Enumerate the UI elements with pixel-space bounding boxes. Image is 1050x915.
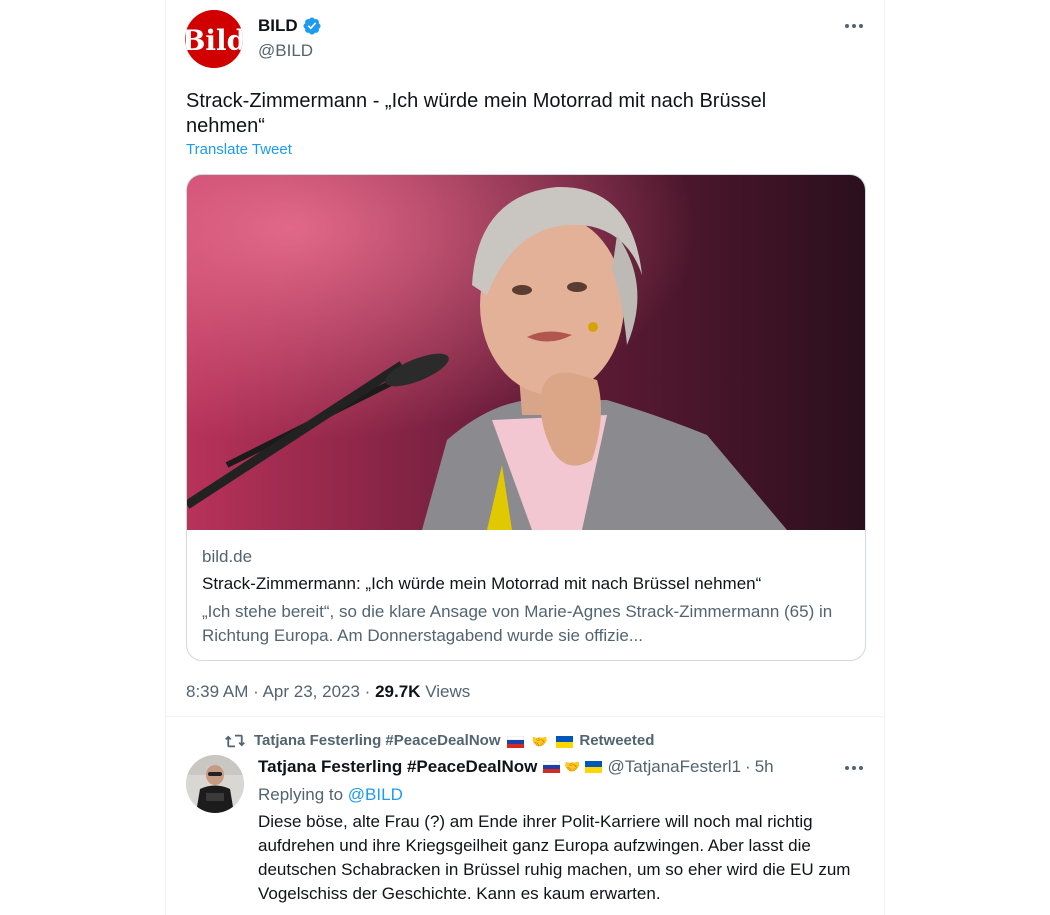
link-preview-card[interactable]: bild.de Strack-Zimmermann: „Ich würde me… (186, 174, 866, 661)
retweeted-label: Retweeted (579, 732, 655, 750)
tweet-text: Strack-Zimmermann - „Ich würde mein Moto… (186, 90, 767, 137)
card-domain: bild.de (202, 547, 253, 566)
handshake-icon: 🤝 (531, 733, 549, 749)
russia-flag-icon (506, 735, 524, 748)
tweet-date[interactable]: Apr 23, 2023 (263, 682, 360, 701)
tweet-meta: 8:39 AM · Apr 23, 2023 · 29.7K Views (186, 682, 470, 702)
author-display-name[interactable]: BILD (258, 16, 298, 36)
bild-avatar[interactable]: Bild (185, 10, 243, 68)
russia-flag-icon (543, 761, 561, 773)
translate-tweet-link[interactable]: Translate Tweet (186, 141, 292, 158)
bild-logo-text: Bild (185, 24, 243, 57)
timeline-column: Bild BILD @BILD Strack-Zimmermann - „Ich… (165, 0, 885, 915)
reply-header: Tatjana Festerling #PeaceDealNow 🤝 @Tatj… (258, 757, 774, 777)
handshake-icon: 🤝 (564, 759, 581, 774)
verified-badge-icon (303, 17, 321, 35)
meta-separator: · (364, 682, 371, 701)
author-name-row[interactable]: BILD (258, 16, 322, 36)
tweet-time[interactable]: 8:39 AM (186, 682, 248, 701)
reply-text: Diese böse, alte Frau (?) am Ende ihrer … (258, 812, 851, 903)
retweet-icon (225, 734, 245, 748)
author-handle[interactable]: @BILD (258, 41, 313, 61)
views-count: 29.7K (375, 682, 421, 701)
reply-time[interactable]: 5h (755, 757, 774, 777)
more-options-icon[interactable] (840, 756, 868, 780)
replying-prefix: Replying to (258, 785, 344, 804)
retweet-banner[interactable]: Tatjana Festerling #PeaceDealNow 🤝 Retwe… (224, 732, 654, 750)
replying-to: Replying to @BILD (258, 785, 403, 805)
reply-author-avatar[interactable] (186, 755, 244, 813)
ukraine-flag-icon (584, 761, 602, 773)
reply-display-name[interactable]: Tatjana Festerling #PeaceDealNow (258, 757, 537, 777)
views-label: Views (425, 682, 471, 701)
bild-logo: Bild (185, 10, 243, 68)
reply-handle[interactable]: @TatjanaFesterl1 (608, 757, 742, 777)
card-title: Strack-Zimmermann: „Ich würde mein Motor… (202, 574, 762, 593)
divider (166, 716, 884, 717)
ukraine-flag-icon (556, 735, 574, 748)
card-photo (187, 175, 865, 530)
more-options-icon[interactable] (840, 14, 868, 38)
card-description: „Ich stehe bereit“, so die klare Ansage … (202, 602, 833, 645)
meta-separator: · (253, 682, 259, 701)
retweeter-name[interactable]: Tatjana Festerling #PeaceDealNow (254, 732, 500, 749)
replying-to-link[interactable]: @BILD (348, 785, 403, 804)
reply-separator: · (745, 757, 751, 776)
